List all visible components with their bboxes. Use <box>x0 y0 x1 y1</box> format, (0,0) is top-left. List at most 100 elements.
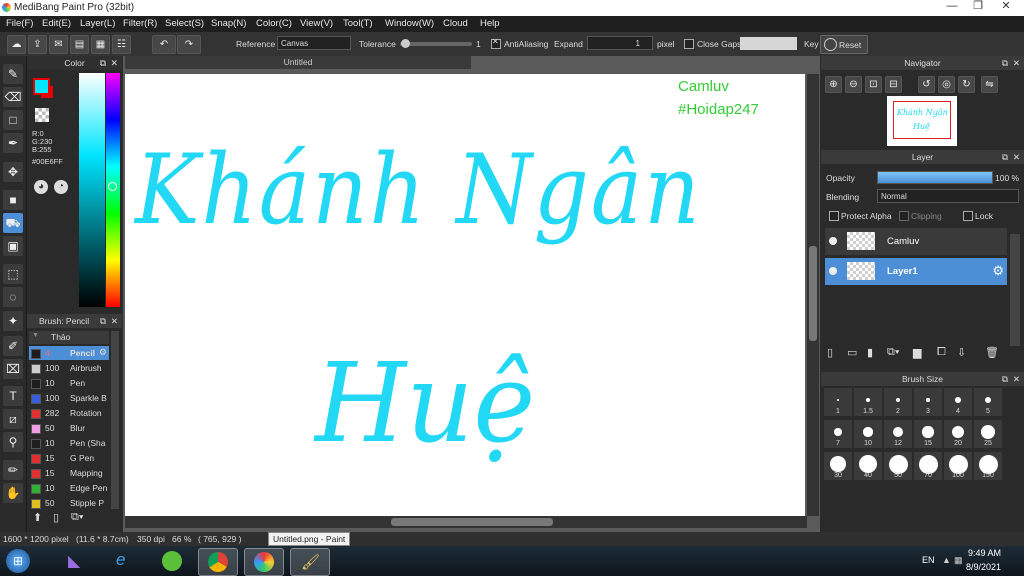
rotate-right-icon[interactable]: ↻ <box>958 76 975 93</box>
brush-item[interactable]: 10 Edge Pen <box>29 481 109 495</box>
foreground-color-swatch[interactable] <box>33 78 50 95</box>
divide-tool-icon[interactable]: ⧄ <box>3 409 23 429</box>
document-icon[interactable]: ▦ <box>91 35 110 54</box>
clipping-checkbox[interactable] <box>899 211 909 221</box>
fit-icon[interactable]: ⊡ <box>865 76 882 93</box>
pen-tool-icon[interactable]: ✒ <box>3 133 23 153</box>
zoom-out-icon[interactable]: ⊖ <box>845 76 862 93</box>
vertical-scrollbar[interactable] <box>807 74 819 516</box>
brush-item[interactable]: 100 Airbrush <box>29 361 109 375</box>
taskbar-internet-explorer[interactable]: e <box>106 548 144 574</box>
taskbar-visual-studio[interactable]: ◣ <box>58 548 96 574</box>
add-brush-icon[interactable]: ⬆ <box>33 511 42 524</box>
brush-size-cell[interactable]: 3 <box>914 388 942 416</box>
tolerance-slider-knob[interactable] <box>401 39 411 48</box>
horizontal-scroll-thumb[interactable] <box>391 518 553 526</box>
layer-item[interactable]: Layer1 ⚙ <box>825 258 1007 285</box>
undock-icon[interactable]: ⧉ <box>1002 56 1008 70</box>
eye-icon[interactable] <box>829 267 837 275</box>
menu-snap[interactable]: Snap(N) <box>211 18 246 29</box>
trash-icon[interactable]: 🗑 <box>985 346 999 359</box>
collapse-icon[interactable]: ▼ <box>32 332 39 339</box>
folder-icon[interactable]: ▆ <box>913 346 921 359</box>
tolerance-slider[interactable] <box>400 39 472 48</box>
drawing-canvas[interactable]: Camluv #Hoidap247 Khánh Ngân Huệ <box>125 74 805 516</box>
new-layer-icon[interactable]: ▯ <box>827 346 833 359</box>
start-button[interactable]: ⊞ <box>6 549 30 573</box>
menu-window[interactable]: Window(W) <box>385 18 434 29</box>
new-halftone-layer-icon[interactable]: ▭ <box>847 346 857 359</box>
merge-layer-icon[interactable]: ⇩ <box>957 346 966 359</box>
brush-size-cell[interactable]: 1 <box>824 388 852 416</box>
menu-cloud[interactable]: Cloud <box>443 18 468 29</box>
brush-item[interactable]: 282 Rotation <box>29 406 109 420</box>
actual-size-icon[interactable]: ⊟ <box>885 76 902 93</box>
brush-size-cell[interactable]: 2 <box>884 388 912 416</box>
brush-size-cell[interactable]: 100 <box>944 452 972 480</box>
dropper-icon[interactable]: ✏ <box>3 460 23 480</box>
duplicate-layer-icon[interactable]: ⧠ <box>937 346 946 359</box>
reset-view-icon[interactable]: ◎ <box>938 76 955 93</box>
layer-menu-icon[interactable]: ⧉▾ <box>887 346 899 359</box>
brush-item[interactable]: 10 Pen <box>29 376 109 390</box>
brush-item[interactable]: 10 Pen (Sha <box>29 436 109 450</box>
select-eraser-icon[interactable]: ⌧ <box>3 359 23 379</box>
undo-icon[interactable]: ↶ <box>152 35 176 54</box>
menu-tool[interactable]: Tool(T) <box>343 18 373 29</box>
gradient-tool-icon[interactable]: ▣ <box>3 236 23 256</box>
properties-icon[interactable]: ☷ <box>112 35 131 54</box>
transparent-swatch[interactable] <box>35 108 49 122</box>
brush-size-cell[interactable]: 40 <box>854 452 882 480</box>
move-tool-icon[interactable]: ✥ <box>3 162 23 182</box>
tray-arrow-icon[interactable]: ▲ <box>942 555 951 565</box>
palette-icon[interactable]: ◕ <box>34 180 48 194</box>
undock-icon[interactable]: ⧉ <box>1002 372 1008 386</box>
layer-settings-icon[interactable]: ⚙ <box>992 263 1004 279</box>
panel-close-icon[interactable]: ✕ <box>1013 372 1020 386</box>
lock-checkbox[interactable] <box>963 211 973 221</box>
brush-item[interactable]: 100 Sparkle B <box>29 391 109 405</box>
brush-item[interactable]: 4 Pencil ⚙ <box>29 346 109 360</box>
rectangle-tool-icon[interactable]: □ <box>3 110 23 130</box>
hand-tool-icon[interactable]: ✋ <box>3 483 23 503</box>
lasso-tool-icon[interactable]: ◌ <box>3 287 23 307</box>
chat-icon[interactable]: ▤ <box>70 35 89 54</box>
select-pen-icon[interactable]: ✐ <box>3 336 23 356</box>
rotate-left-icon[interactable]: ↺ <box>918 76 935 93</box>
select-tool-icon[interactable]: ⬚ <box>3 264 23 284</box>
new-8bit-layer-icon[interactable]: ▮ <box>867 346 873 359</box>
menu-view[interactable]: View(V) <box>300 18 333 29</box>
undock-icon[interactable]: ⧉ <box>1002 150 1008 164</box>
brush-size-cell[interactable]: 12 <box>884 420 912 448</box>
close-gaps-checkbox[interactable] <box>684 39 694 49</box>
menu-edit[interactable]: Edit(E) <box>42 18 71 29</box>
menu-filter[interactable]: Filter(R) <box>123 18 157 29</box>
brush-size-cell[interactable]: 7 <box>824 420 852 448</box>
brush-tool-icon[interactable]: ✎ <box>3 64 23 84</box>
protect-alpha-checkbox[interactable] <box>829 211 839 221</box>
brush-item[interactable]: 15 Mapping <box>29 466 109 480</box>
layer-list-scrollbar[interactable] <box>1010 234 1020 346</box>
taskbar-paint[interactable]: 🖌 <box>290 548 330 576</box>
share-icon[interactable]: ⇪ <box>28 35 47 54</box>
palette-add-icon[interactable]: ◔ <box>54 180 68 194</box>
brush-size-cell[interactable]: 25 <box>974 420 1002 448</box>
maximize-button[interactable]: ❐ <box>966 0 990 14</box>
undock-icon[interactable]: ⧉ <box>100 314 106 328</box>
magic-wand-icon[interactable]: ✦ <box>3 311 23 331</box>
layer-item[interactable]: Camluv <box>825 228 1007 255</box>
fill-rect-tool-icon[interactable]: ■ <box>3 190 23 210</box>
reference-select[interactable]: Canvas <box>277 36 351 50</box>
opacity-slider[interactable] <box>877 171 993 184</box>
flip-icon[interactable]: ⇋ <box>981 76 998 93</box>
menu-help[interactable]: Help <box>480 18 500 29</box>
saturation-bar[interactable] <box>79 73 105 307</box>
menu-color[interactable]: Color(C) <box>256 18 292 29</box>
brush-item[interactable]: 15 G Pen <box>29 451 109 465</box>
brush-size-cell[interactable]: 30 <box>824 452 852 480</box>
clock-time[interactable]: 9:49 AM <box>968 548 1001 558</box>
blending-select[interactable]: Normal <box>877 189 1019 203</box>
comment-icon[interactable]: ✉ <box>49 35 68 54</box>
brush-size-cell[interactable]: 5 <box>974 388 1002 416</box>
taskbar-app-green[interactable] <box>154 548 192 574</box>
